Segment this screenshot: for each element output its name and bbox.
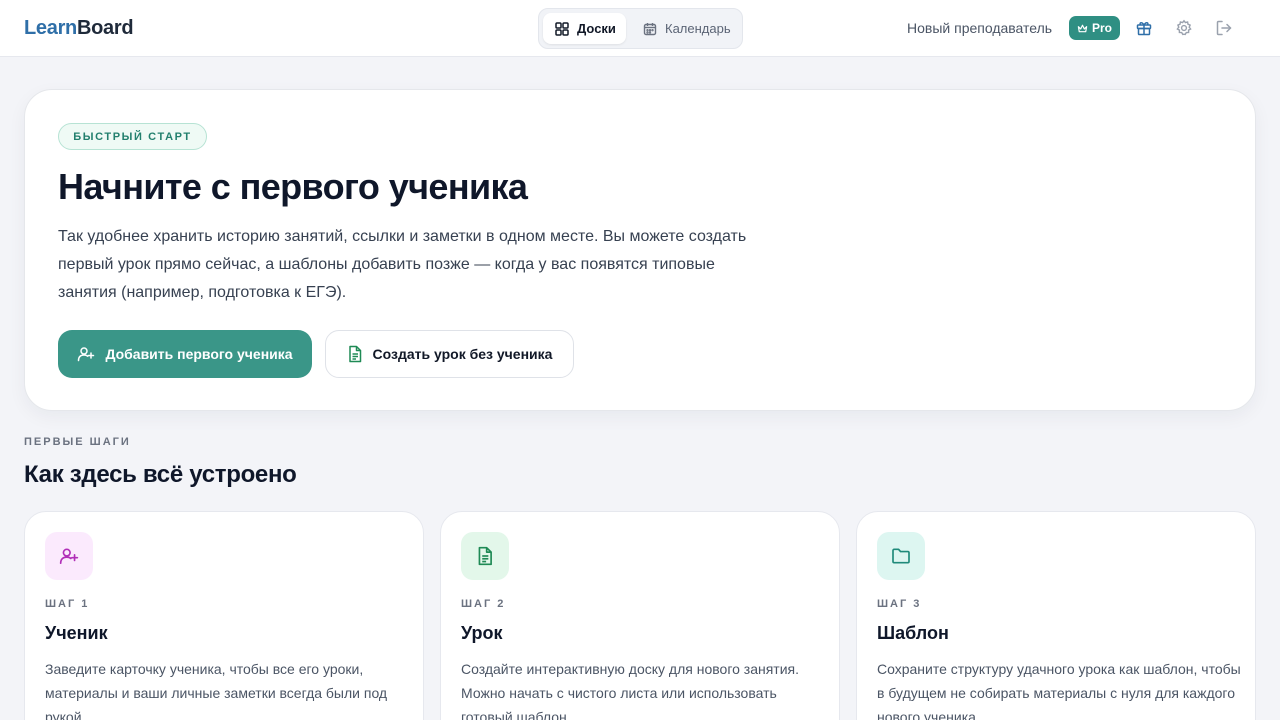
logo-part-board: Board bbox=[76, 17, 134, 39]
step-description: Сохраните структуру удачного урока как ш… bbox=[877, 661, 1241, 720]
step-icon-box bbox=[461, 532, 509, 580]
step-title: Шаблон bbox=[877, 623, 949, 643]
step-number: ШАГ 1 bbox=[45, 598, 90, 610]
section-label: ПЕРВЫЕ ШАГИ bbox=[24, 436, 131, 448]
create-lesson-label: Создать урок без ученика bbox=[372, 346, 553, 362]
tab-calendar[interactable]: Календарь bbox=[631, 13, 740, 44]
quick-start-card: БЫСТРЫЙ СТАРТ Начните с первого ученика … bbox=[24, 89, 1256, 411]
user-name[interactable]: Новый преподаватель bbox=[907, 19, 1052, 37]
crown-icon bbox=[1077, 24, 1088, 32]
hero-description: Так удобнее хранить историю занятий, ссы… bbox=[58, 228, 747, 301]
logo[interactable]: LearnBoard bbox=[24, 16, 134, 40]
quick-start-tag: БЫСТРЫЙ СТАРТ bbox=[58, 123, 207, 150]
create-lesson-without-student-button[interactable]: Создать урок без ученика bbox=[325, 330, 574, 378]
add-first-student-button[interactable]: Добавить первого ученика bbox=[58, 330, 312, 378]
document-icon bbox=[478, 546, 492, 566]
step-number: ШАГ 2 bbox=[461, 598, 506, 610]
step-title: Урок bbox=[461, 623, 503, 643]
step-card-lesson[interactable]: ШАГ 2 Урок Создайте интерактивную доску … bbox=[440, 511, 840, 720]
gift-icon[interactable] bbox=[1135, 19, 1153, 37]
calendar-icon bbox=[643, 22, 657, 35]
step-icon-box bbox=[45, 532, 93, 580]
folder-icon bbox=[892, 548, 910, 564]
gear-icon[interactable] bbox=[1175, 19, 1193, 37]
add-first-student-label: Добавить первого ученика bbox=[105, 346, 293, 362]
view-switcher: Доски Календарь bbox=[538, 8, 743, 49]
step-card-template[interactable]: ШАГ 3 Шаблон Сохраните структуру удачног… bbox=[856, 511, 1256, 720]
logout-icon[interactable] bbox=[1215, 19, 1233, 37]
tab-calendar-label: Календарь bbox=[665, 21, 731, 36]
user-plus-icon bbox=[59, 548, 79, 565]
document-icon bbox=[348, 345, 361, 363]
tab-boards-label: Доски bbox=[577, 21, 616, 36]
step-number: ШАГ 3 bbox=[877, 598, 922, 610]
logo-part-learn: Learn bbox=[24, 17, 77, 39]
grid-icon bbox=[555, 21, 569, 36]
tab-boards[interactable]: Доски bbox=[543, 13, 626, 44]
step-description: Заведите карточку ученика, чтобы все его… bbox=[45, 661, 388, 720]
user-plus-icon bbox=[78, 347, 95, 362]
pro-badge-label: Pro bbox=[1091, 21, 1112, 35]
pro-badge[interactable]: Pro bbox=[1069, 16, 1120, 40]
step-card-student[interactable]: ШАГ 1 Ученик Заведите карточку ученика, … bbox=[24, 511, 424, 720]
step-description: Создайте интерактивную доску для нового … bbox=[461, 661, 800, 720]
step-icon-box bbox=[877, 532, 925, 580]
top-bar: LearnBoard Доски Календарь Новый препода… bbox=[0, 0, 1280, 57]
step-title: Ученик bbox=[45, 623, 108, 643]
page-title: Начните с первого ученика bbox=[58, 166, 528, 207]
section-title: Как здесь всё устроено bbox=[24, 461, 297, 488]
